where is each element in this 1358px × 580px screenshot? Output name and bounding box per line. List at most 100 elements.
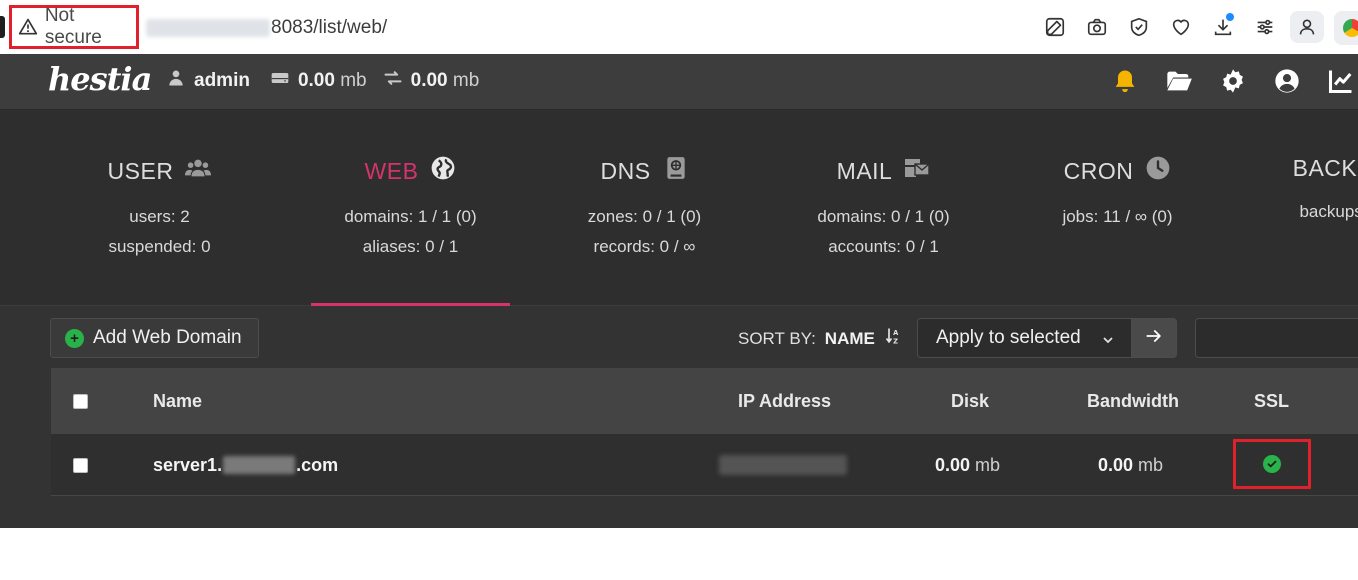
bandwidth-usage: 0.00 mb <box>383 68 480 94</box>
bulk-action-select[interactable]: Apply to selected <box>917 318 1132 358</box>
bell-icon[interactable] <box>1104 64 1146 98</box>
bandwidth-unit: mb <box>452 70 480 91</box>
disk-cell: 0.00 mb <box>935 435 1000 495</box>
redacted-domain <box>223 456 296 474</box>
row-disk-unit: mb <box>975 454 1001 475</box>
users-icon <box>185 155 212 187</box>
screen: Not secure 8083/list/web/ hestia admin 0… <box>0 0 1358 580</box>
tab-backup-title: BACKU <box>1292 155 1358 181</box>
domain-name[interactable]: server1. .com <box>153 435 338 495</box>
redacted-ip <box>719 455 847 475</box>
header-ip-address[interactable]: IP Address <box>738 368 831 434</box>
header-ssl[interactable]: SSL <box>1254 368 1289 434</box>
table-row[interactable]: server1. .com 0.00 mb 0.00 mb <box>51 435 1358 496</box>
arrow-right-icon <box>1144 326 1164 351</box>
list-toolbar: + Add Web Domain SORT BY: NAME AZ Apply … <box>0 306 1358 368</box>
row-bandwidth-unit: mb <box>1138 454 1164 475</box>
disk-unit: mb <box>340 70 367 91</box>
profile-icon[interactable] <box>1290 11 1324 43</box>
plus-circle-icon: + <box>65 328 84 348</box>
row-checkbox-cell <box>73 435 88 495</box>
select-all-cell <box>73 368 88 434</box>
security-indicator[interactable]: Not secure <box>9 5 139 49</box>
ssl-highlight <box>1233 439 1311 489</box>
header-stats: admin 0.00 mb 0.00 mb <box>166 68 479 94</box>
dns-book-icon <box>663 155 689 187</box>
disk-value: 0.00 <box>297 70 335 91</box>
tab-user[interactable]: USER users: 2 suspended: 0 <box>60 110 259 306</box>
tab-mail-line1: domains: 0 / 1 (0) <box>817 207 950 226</box>
summary-tabs: USER users: 2 suspended: 0 WEB domains: … <box>0 110 1358 308</box>
select-all-checkbox[interactable] <box>73 393 88 409</box>
current-user[interactable]: admin <box>166 68 250 94</box>
mail-bulk-icon <box>904 155 931 187</box>
tab-web-line1: domains: 1 / 1 (0) <box>344 207 477 226</box>
chart-line-icon[interactable] <box>1320 64 1358 98</box>
web-domains-table: Name IP Address Disk Bandwidth SSL serve… <box>0 368 1358 528</box>
folder-open-icon[interactable] <box>1158 64 1200 98</box>
header-bandwidth[interactable]: Bandwidth <box>1087 368 1179 434</box>
tab-backup[interactable]: BACKU backups: <box>1234 110 1358 306</box>
tab-dns[interactable]: DNS zones: 0 / 1 (0) records: 0 / ∞ <box>545 110 744 306</box>
row-disk-value: 0.00 <box>935 454 971 475</box>
url-field[interactable]: 8083/list/web/ <box>146 14 387 42</box>
row-bandwidth-value: 0.00 <box>1098 454 1134 475</box>
tab-user-title: USER <box>107 157 174 184</box>
tab-mail-title: MAIL <box>836 157 893 184</box>
hestia-logo[interactable]: hestia <box>48 60 152 98</box>
clock-icon <box>1145 155 1171 187</box>
user-icon <box>166 68 186 94</box>
svg-text:Z: Z <box>893 338 898 346</box>
tab-user-line2: suspended: 0 <box>108 237 211 256</box>
header-disk[interactable]: Disk <box>951 368 989 434</box>
sort-alpha-down-icon: AZ <box>884 326 904 351</box>
bandwidth-cell: 0.00 mb <box>1098 435 1163 495</box>
heart-icon[interactable] <box>1160 11 1202 43</box>
tab-mail-line2: accounts: 0 / 1 <box>828 237 939 256</box>
svg-text:A: A <box>893 329 899 337</box>
user-circle-icon[interactable] <box>1266 64 1308 98</box>
add-web-domain-button[interactable]: + Add Web Domain <box>50 318 259 358</box>
apply-bulk-button[interactable] <box>1131 318 1177 358</box>
sort-control[interactable]: SORT BY: NAME AZ <box>738 326 904 351</box>
ip-address-cell <box>719 435 847 495</box>
redacted-host <box>146 19 270 37</box>
tab-web-line2: aliases: 0 / 1 <box>362 237 459 256</box>
user-name: admin <box>194 70 250 91</box>
window-edge <box>0 16 5 38</box>
download-icon[interactable] <box>1202 11 1244 43</box>
edit-icon[interactable] <box>1034 11 1076 43</box>
exchange-arrows-icon <box>383 68 403 94</box>
tab-dns-title: DNS <box>600 157 651 184</box>
add-web-domain-label: Add Web Domain <box>93 327 242 348</box>
sort-value: NAME <box>824 328 875 348</box>
tab-backup-line1: backups: <box>1299 202 1358 221</box>
table-header: Name IP Address Disk Bandwidth SSL <box>51 368 1358 435</box>
domain-name-prefix: server1. <box>153 454 223 475</box>
tab-dns-line1: zones: 0 / 1 (0) <box>587 207 702 226</box>
chrome-menu-icon[interactable] <box>1334 11 1358 45</box>
domain-name-suffix: .com <box>296 454 339 475</box>
row-checkbox[interactable] <box>73 457 88 473</box>
hard-drive-icon <box>270 68 290 94</box>
tab-cron-title: CRON <box>1063 157 1134 184</box>
header-name[interactable]: Name <box>153 368 202 434</box>
tab-dns-line2: records: 0 / ∞ <box>593 237 696 256</box>
sliders-icon[interactable] <box>1244 11 1286 43</box>
warning-triangle-icon <box>17 16 39 38</box>
sort-label: SORT BY: <box>738 328 816 348</box>
security-label: Not secure <box>44 5 102 48</box>
camera-icon[interactable] <box>1076 11 1118 43</box>
tab-web[interactable]: WEB domains: 1 / 1 (0) aliases: 0 / 1 <box>311 110 510 308</box>
chevron-down-icon <box>1101 331 1115 345</box>
search-input[interactable] <box>1195 318 1358 358</box>
ssl-check-icon <box>1263 455 1281 473</box>
tab-user-line1: users: 2 <box>129 207 190 226</box>
tab-mail[interactable]: MAIL domains: 0 / 1 (0) accounts: 0 / 1 <box>784 110 983 306</box>
gear-icon[interactable] <box>1212 64 1254 98</box>
tab-cron[interactable]: CRON jobs: 11 / ∞ (0) <box>1018 110 1217 306</box>
shield-icon[interactable] <box>1118 11 1160 43</box>
app-header: hestia admin 0.00 mb 0.00 mb <box>0 54 1358 110</box>
bulk-action-value: Apply to selected <box>936 327 1081 348</box>
url-path: 8083/list/web/ <box>271 17 388 38</box>
